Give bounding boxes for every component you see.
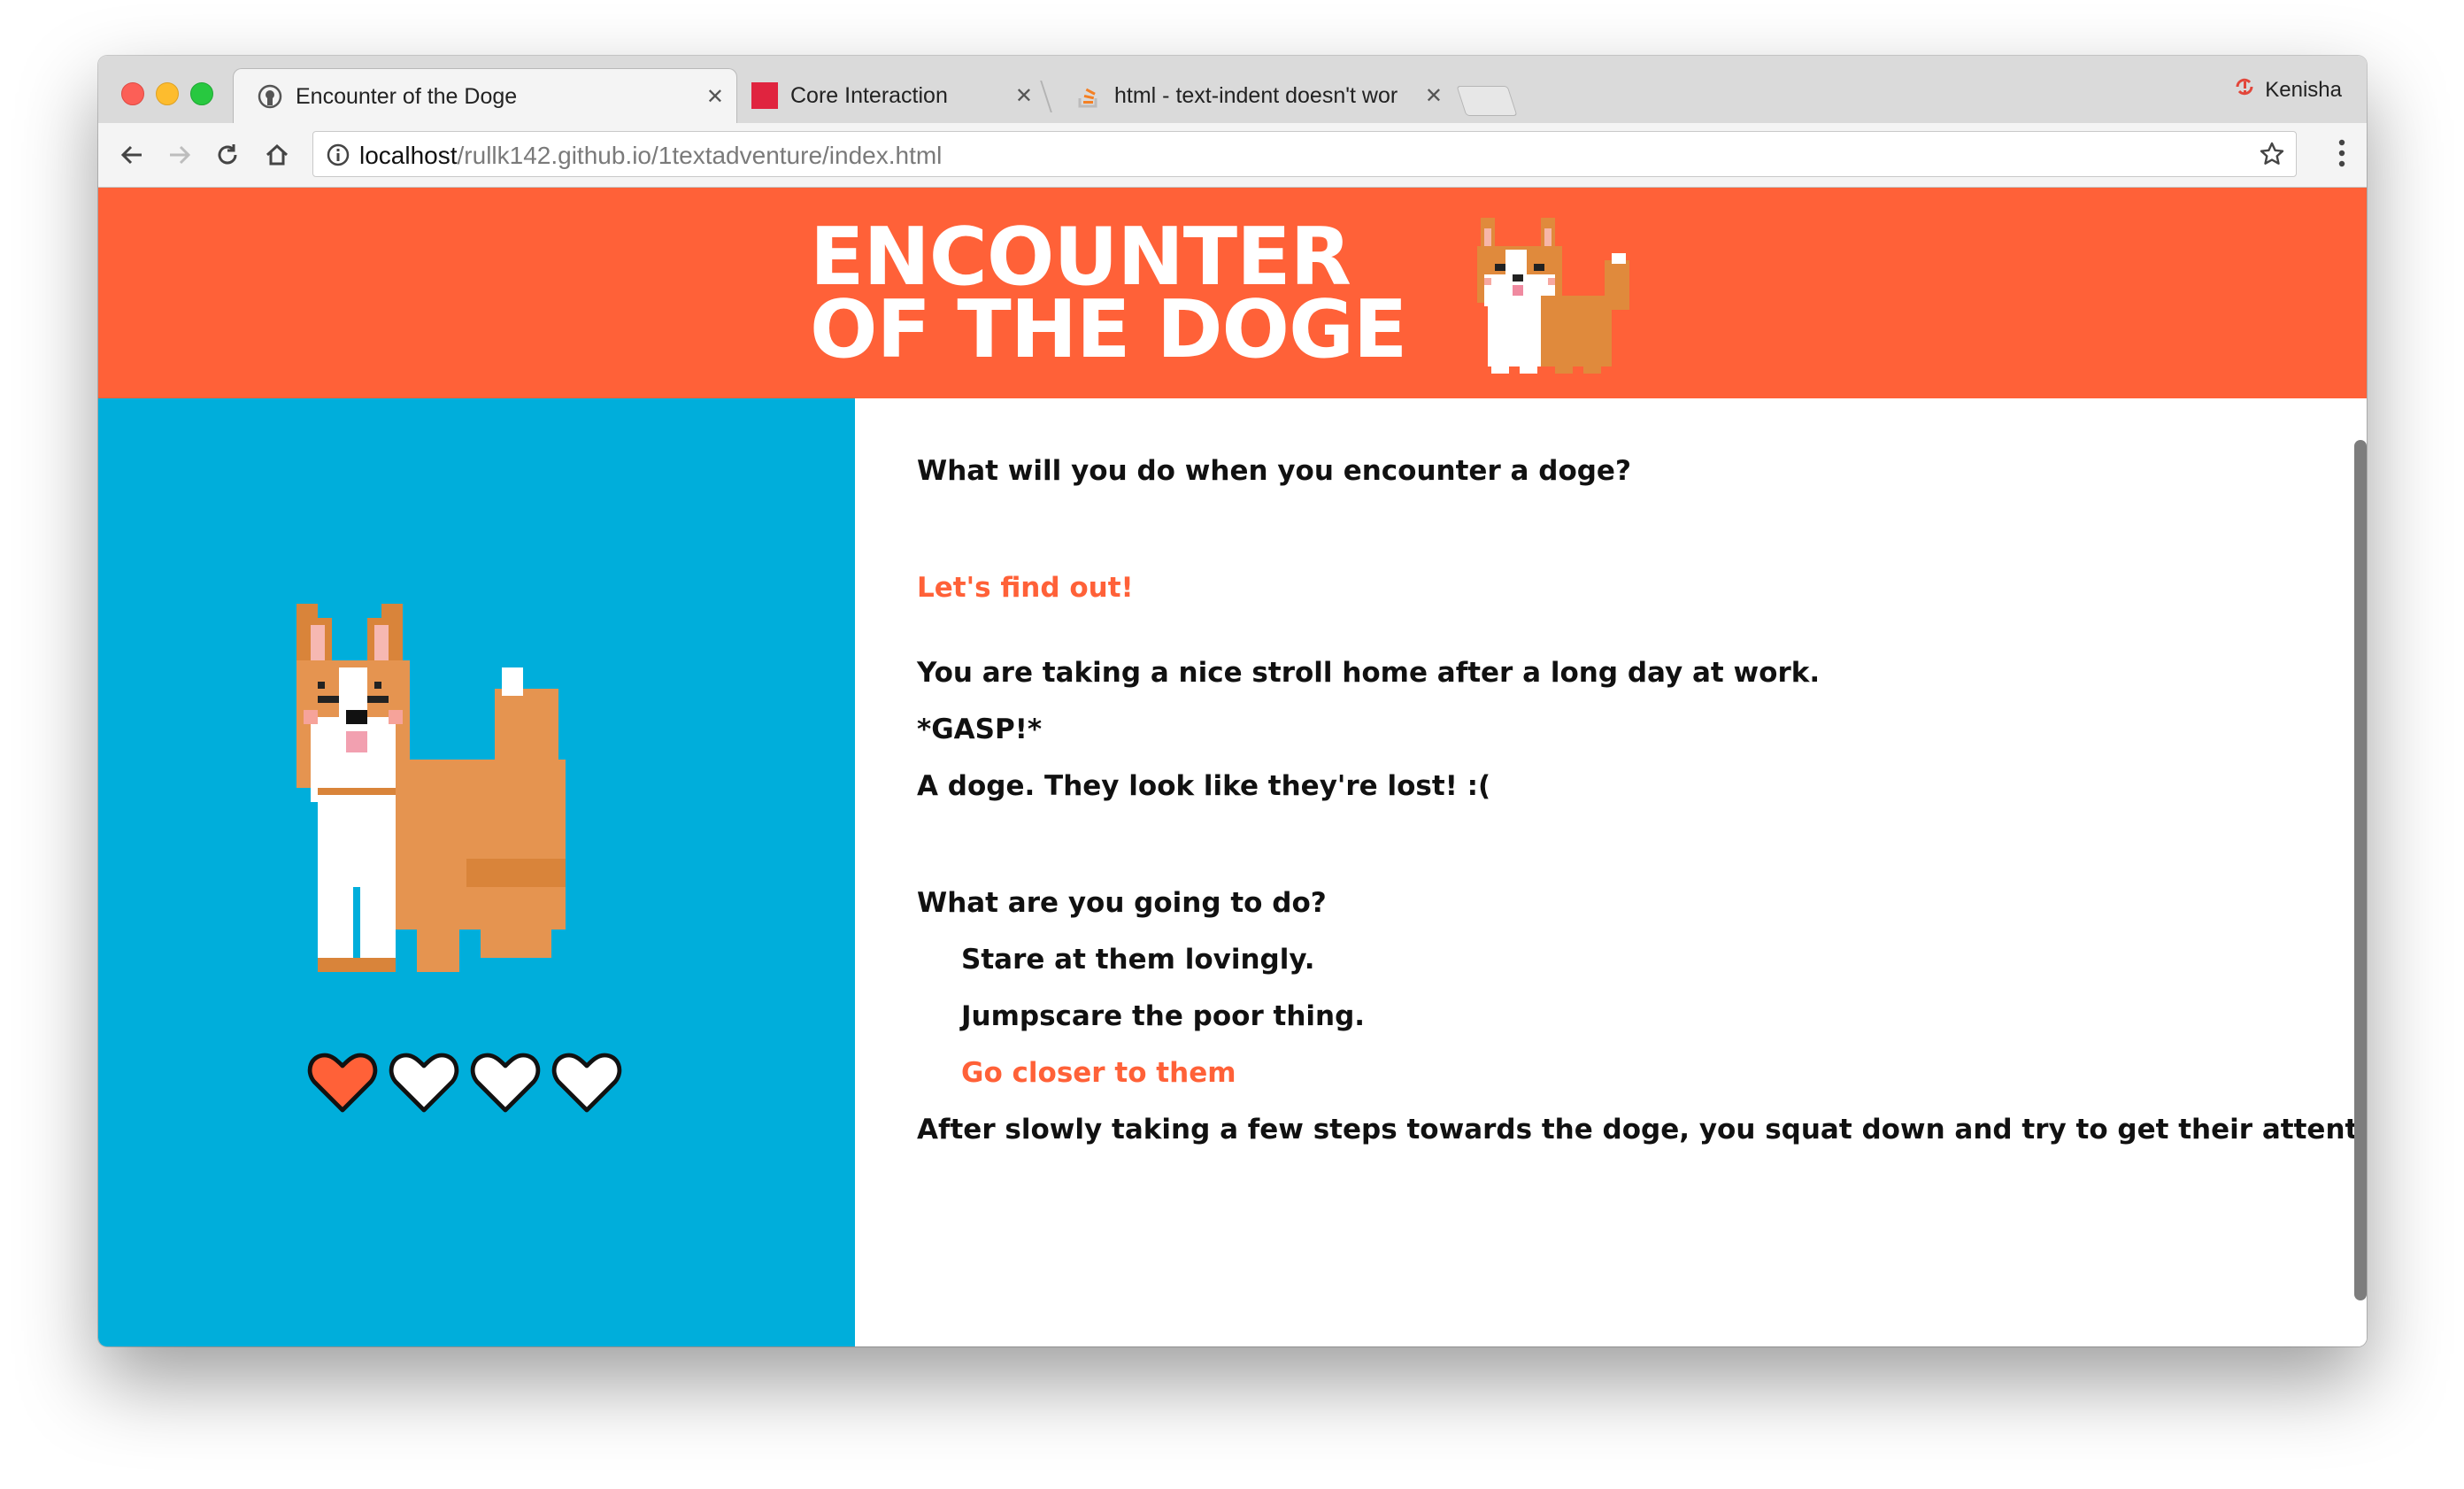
home-button[interactable]	[259, 137, 295, 173]
tab-core-interaction[interactable]: Core Interaction ✕	[647, 68, 1045, 123]
close-window-button[interactable]	[121, 82, 144, 105]
story-line-1: You are taking a nice stroll home after …	[917, 657, 1821, 689]
story-question: What will you do when you encounter a do…	[917, 455, 1631, 487]
profile-name: Kenisha	[2265, 77, 2342, 102]
choice-jumpscare[interactable]: Jumpscare the poor thing.	[961, 1000, 1365, 1032]
tab-title: Core Interaction	[790, 82, 948, 108]
heart-empty-icon	[470, 1053, 541, 1113]
back-arrow-icon	[120, 145, 142, 165]
site-header: ENCOUNTER OF THE DOGE	[98, 188, 2367, 398]
tab-title: Encounter of the Doge	[296, 83, 518, 109]
tab-strip: Encounter of the Doge ✕ Core Interaction…	[98, 56, 2367, 124]
story-line-2: *GASP!*	[917, 714, 1043, 745]
close-tab-icon[interactable]: ✕	[1425, 83, 1443, 109]
home-icon	[266, 143, 289, 166]
forward-arrow-icon	[170, 145, 191, 165]
url-host: localhost	[359, 142, 458, 169]
choice-go-closer[interactable]: Go closer to them	[961, 1057, 1236, 1089]
heart-filled-icon	[307, 1053, 378, 1113]
new-tab-button[interactable]	[1456, 86, 1518, 116]
choice-stare[interactable]: Stare at them lovingly.	[961, 944, 1315, 976]
start-link[interactable]: Let's find out!	[917, 572, 1134, 604]
reload-button[interactable]	[210, 137, 245, 173]
page-viewport: ENCOUNTER OF THE DOGE What will you do w…	[98, 188, 2367, 1346]
title-line-2: OF THE DOGE	[810, 283, 1407, 376]
minimize-window-button[interactable]	[156, 82, 179, 105]
story-content: What will you do when you encounter a do…	[855, 398, 2367, 1346]
corgi-sprite-icon	[296, 604, 566, 972]
site-title: ENCOUNTER OF THE DOGE	[810, 218, 1407, 376]
browser-toolbar: localhost/rullk142.github.io/1textadvent…	[98, 123, 2367, 188]
story-result: After slowly taking a few steps towards …	[917, 1114, 2367, 1146]
sync-error-icon	[2233, 75, 2256, 104]
scrollbar-thumb[interactable]	[2354, 440, 2367, 1300]
address-bar[interactable]: localhost/rullk142.github.io/1textadvent…	[312, 131, 2297, 177]
choice-prompt: What are you going to do?	[917, 887, 1327, 919]
stackoverflow-icon	[1075, 82, 1102, 109]
info-icon[interactable]	[326, 143, 350, 172]
doge-panel	[98, 398, 855, 1346]
profile-button[interactable]: Kenisha	[2233, 75, 2342, 104]
more-menu-icon[interactable]	[2337, 137, 2347, 174]
red-square-icon	[751, 82, 778, 109]
github-icon	[257, 83, 283, 110]
browser-window: Encounter of the Doge ✕ Core Interaction…	[98, 56, 2367, 1346]
corgi-logo-icon	[1477, 218, 1629, 374]
heart-empty-icon	[389, 1053, 459, 1113]
tab-title: html - text-indent doesn't wor	[1114, 82, 1398, 108]
url-path: /rullk142.github.io/1textadventure/index…	[457, 142, 943, 169]
zoom-window-button[interactable]	[190, 82, 213, 105]
story-line-3: A doge. They look like they're lost! :(	[917, 770, 1491, 802]
close-tab-icon[interactable]: ✕	[1015, 83, 1033, 109]
tab-stackoverflow[interactable]: html - text-indent doesn't wor ✕	[1052, 68, 1455, 123]
lives-hearts	[307, 1050, 622, 1114]
reload-icon	[218, 144, 237, 165]
back-button[interactable]	[114, 137, 150, 173]
bookmark-star-icon[interactable]	[2259, 141, 2285, 172]
heart-empty-icon	[551, 1053, 622, 1113]
forward-button[interactable]	[162, 137, 197, 173]
url-text: localhost/rullk142.github.io/1textadvent…	[359, 142, 942, 170]
